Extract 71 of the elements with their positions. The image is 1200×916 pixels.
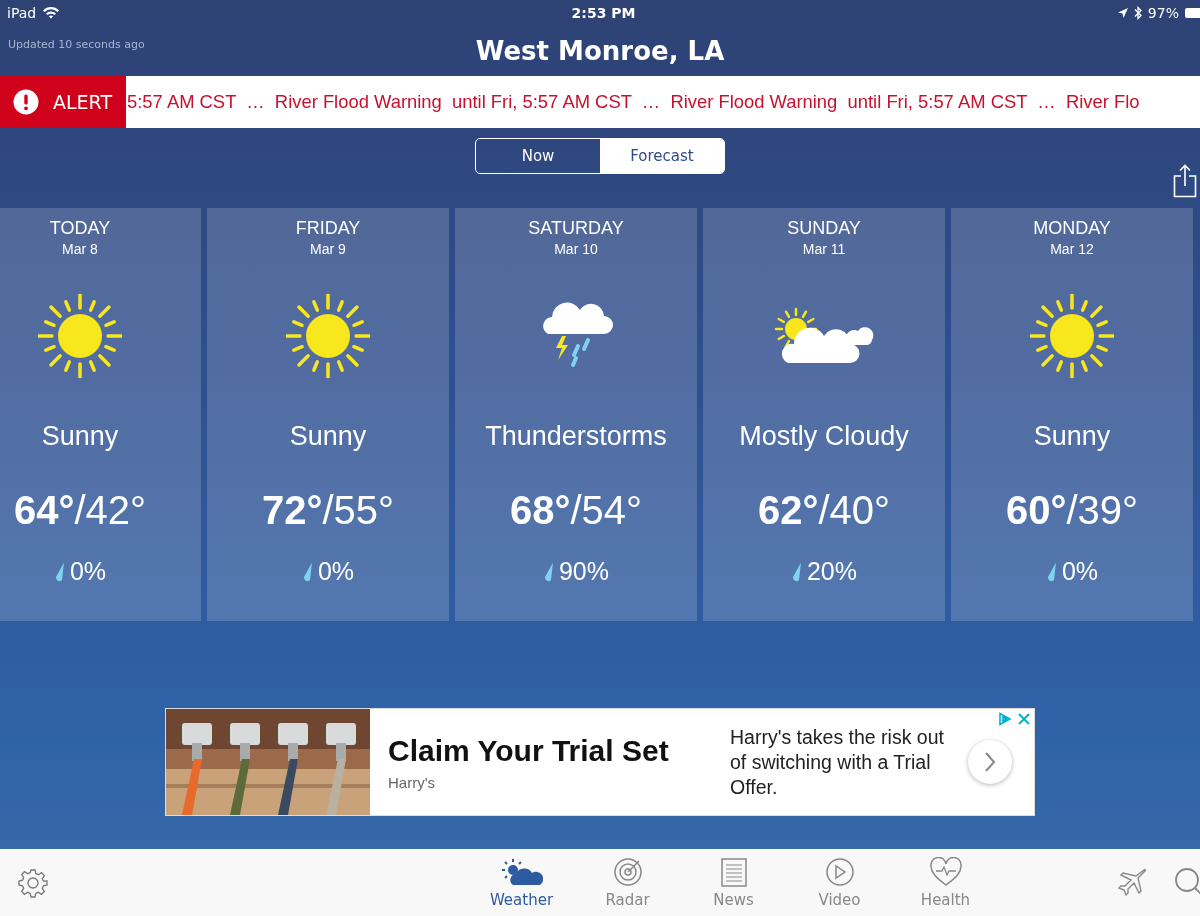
heart-icon <box>928 856 963 887</box>
precip-chance: 20% <box>806 557 857 586</box>
settings-icon[interactable] <box>18 867 48 898</box>
condition-text: Sunny <box>41 421 119 452</box>
day-name: FRIDAY <box>295 218 361 239</box>
weather-icon <box>500 856 543 887</box>
temperature-text: 68°/54° <box>509 488 643 533</box>
location-title: West Monroe, LA <box>475 35 725 66</box>
forecast-card[interactable]: SATURDAY Mar 10 Thunderstorms 68°/54° 90% <box>455 208 697 621</box>
airplane-icon[interactable] <box>1117 866 1149 899</box>
temperature-text: 62°/40° <box>757 488 891 533</box>
battery-percent: 97% <box>1147 4 1179 21</box>
condition-text: Sunny <box>1033 421 1111 452</box>
alert-ticker-text: 5:57 AM CST … River Flood Warning until Fri, 5:57 AM CST … River Flood Warning until Fri, 5:57 AM CST … River Flo <box>126 91 1140 113</box>
day-name: SATURDAY <box>528 218 624 239</box>
sun-icon <box>38 294 122 378</box>
adchoices-icon[interactable] <box>998 712 1012 726</box>
chevron-right-icon <box>984 751 996 773</box>
close-icon[interactable] <box>1018 713 1030 725</box>
ad-headline: Claim Your Trial Set <box>388 733 670 768</box>
precip-chance: 0% <box>69 557 107 586</box>
tab-bar-item[interactable]: News <box>680 856 787 909</box>
day-name: MONDAY <box>1033 218 1111 239</box>
device-name: iPad <box>7 4 37 21</box>
day-date: Mar 9 <box>310 241 346 257</box>
raindrop-icon <box>790 560 803 583</box>
forecast-card[interactable]: TODAY Mar 8 Sunny 64°/42° 0% <box>0 208 201 621</box>
raindrop-icon <box>542 560 555 583</box>
forecast-card[interactable]: SUNDAY Mar 11 Mostly Cloudy 62°/40° 20% <box>703 208 945 621</box>
ad-advertiser: Harry's <box>388 773 437 791</box>
day-date: Mar 11 <box>802 241 846 257</box>
precip-chance: 0% <box>317 557 355 586</box>
sun-icon <box>1030 294 1114 378</box>
temperature-text: 72°/55° <box>261 488 395 533</box>
temperature-text: 64°/42° <box>13 488 147 533</box>
day-date: Mar 8 <box>62 241 98 257</box>
location-icon <box>1116 6 1129 19</box>
bluetooth-icon <box>1133 5 1143 20</box>
ad-description: Harry's takes the risk out of switching with a Trial Offer. <box>730 724 945 800</box>
raindrop-icon <box>53 560 66 583</box>
condition-text: Sunny <box>289 421 367 452</box>
condition-text: Thunderstorms <box>485 421 667 452</box>
share-icon[interactable] <box>1173 164 1197 198</box>
precip-chance: 0% <box>1061 557 1099 586</box>
alert-label[interactable]: ALERT <box>0 76 126 128</box>
status-time: 2:53 PM <box>571 4 636 21</box>
tab-bar-item[interactable]: Weather <box>468 856 575 909</box>
day-name: TODAY <box>49 218 111 239</box>
sun-icon <box>286 294 370 378</box>
tab-bar-item[interactable]: Health <box>892 856 999 909</box>
day-date: Mar 12 <box>1050 241 1094 257</box>
temperature-text: 60°/39° <box>1005 488 1139 533</box>
raindrop-icon <box>1045 560 1058 583</box>
day-date: Mar 10 <box>554 241 598 257</box>
segment-tab[interactable]: Now <box>476 139 600 173</box>
ad-banner[interactable]: Claim Your Trial Set Harry's Harry's takes the risk out of switching with a Trial Offer. <box>165 708 1035 816</box>
exclamation-icon <box>13 89 39 115</box>
day-name: SUNDAY <box>787 218 861 239</box>
updated-text: Updated 10 seconds ago <box>8 38 145 51</box>
alert-banner[interactable]: ALERT 5:57 AM CST … River Flood Warning until Fri, 5:57 AM CST … River Flood Warning until Fri, 5:57 AM CST … River Flo <box>0 76 1200 128</box>
wifi-icon <box>42 6 61 19</box>
segment-tab[interactable]: Forecast <box>600 139 724 173</box>
tab-bar-item[interactable]: Video <box>786 856 893 909</box>
battery-icon <box>1184 6 1200 19</box>
next-button[interactable] <box>968 740 1012 784</box>
forecast-card[interactable]: MONDAY Mar 12 Sunny 60°/39° 0% <box>951 208 1193 621</box>
forecast-card[interactable]: FRIDAY Mar 9 Sunny 72°/55° 0% <box>207 208 449 621</box>
precip-chance: 90% <box>558 557 609 586</box>
raindrop-icon <box>301 560 314 583</box>
condition-text: Mostly Cloudy <box>739 421 909 452</box>
tab-bar-item[interactable]: Radar <box>574 856 681 909</box>
